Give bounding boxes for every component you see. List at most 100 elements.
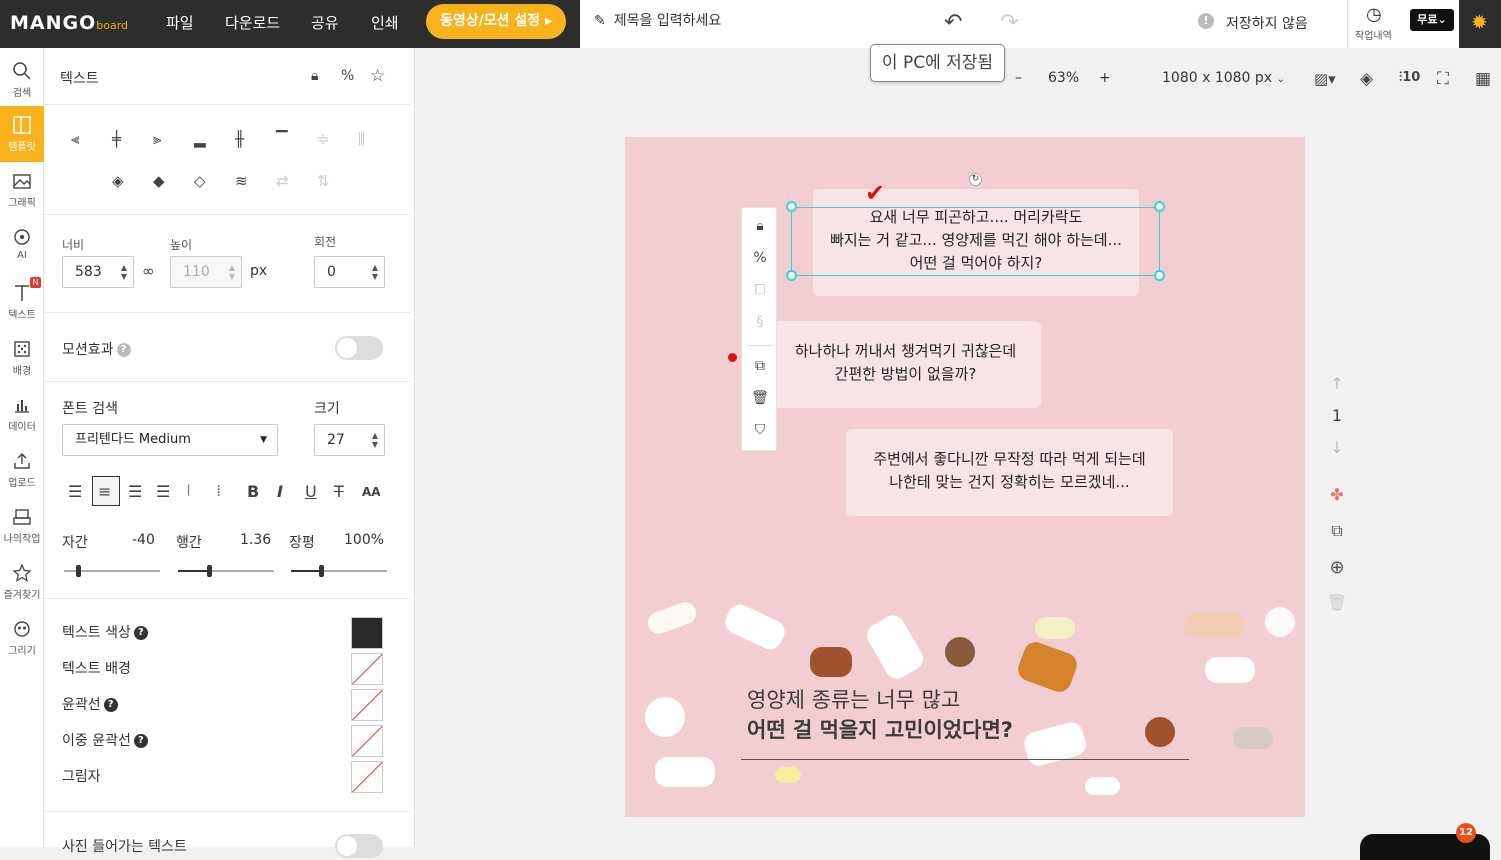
lock-icon[interactable]: 🔒︎ [311, 68, 318, 84]
resize-handle[interactable] [786, 270, 797, 281]
distribute-v-icon[interactable]: ≑ [317, 130, 330, 148]
sidebar-item-draw[interactable]: 그리기 [0, 610, 44, 666]
crop-icon[interactable]: ⛶ [1437, 69, 1449, 89]
zoom-in-button[interactable]: + [1099, 70, 1111, 86]
double-outline-swatch[interactable] [351, 725, 383, 757]
sidebar-item-my-work[interactable]: 나의작업 [0, 498, 44, 554]
send-backward-icon[interactable]: ◇ [194, 172, 206, 190]
text-color-swatch[interactable] [351, 617, 383, 649]
transparency-icon[interactable]: % [341, 68, 354, 84]
help-icon[interactable]: ? [116, 343, 131, 357]
layers-icon[interactable]: ◈ [1360, 69, 1373, 89]
zoom-level[interactable]: 63% [1048, 70, 1079, 86]
plan-dropdown[interactable]: 무료⌄ [1410, 9, 1454, 31]
sidebar-item-search[interactable]: 검색 [0, 52, 44, 108]
zoom-out-button[interactable]: – [1015, 70, 1022, 86]
align-left-icon[interactable]: ⫷ [71, 130, 79, 148]
letter-spacing-slider[interactable] [64, 565, 160, 577]
favorite-star-icon[interactable]: ☆ [370, 66, 385, 86]
sidebar-item-data[interactable]: 데이터 [0, 386, 44, 442]
speech-bubble-2[interactable]: 하나하나 꺼내서 챙겨먹기 귀찮은데 간편한 방법이 없을까? [770, 321, 1041, 408]
motion-toggle[interactable] [335, 336, 383, 360]
vertical-text-alt-icon[interactable]: ⦙ [217, 482, 220, 500]
ruler-icon[interactable]: ⫶10 [1399, 70, 1420, 85]
italic-icon[interactable]: I [277, 482, 283, 501]
sidebar-item-favorites[interactable]: 즐겨찾기 [0, 554, 44, 610]
shadow-swatch[interactable] [351, 761, 383, 793]
sidebar-item-upload[interactable]: 업로드 [0, 442, 44, 498]
menu-share[interactable]: 공유 [311, 12, 339, 33]
bring-forward-icon[interactable]: ◈ [112, 172, 124, 190]
canvas-size-select[interactable]: 1080 x 1080 px ⌄ [1162, 70, 1285, 86]
text-align-left-icon[interactable]: ☰ [68, 482, 82, 501]
settings-button[interactable]: ✹ [1459, 0, 1501, 48]
align-center-h-icon[interactable]: ╪ [112, 130, 121, 148]
copy-icon[interactable]: ⧉ [751, 358, 769, 376]
transparency-icon[interactable]: % [751, 250, 769, 268]
help-icon[interactable]: ? [133, 626, 148, 640]
uppercase-icon[interactable]: AA [362, 485, 381, 499]
align-right-icon[interactable]: ⫸ [153, 130, 161, 148]
text-align-right-icon[interactable]: ☰ [128, 482, 142, 501]
resize-handle[interactable] [786, 201, 797, 212]
rotate-input[interactable]: 0 ▲ ▼ [314, 256, 385, 288]
sidebar-item-background[interactable]: 배경 [0, 330, 44, 386]
font-select[interactable]: 프리텐다드 Medium ▼ [62, 424, 278, 456]
send-to-back-icon[interactable]: ≋ [235, 172, 248, 190]
menu-file[interactable]: 파일 [166, 12, 194, 33]
text-align-justify-icon[interactable]: ☰ [156, 482, 170, 501]
flip-horizontal-icon[interactable]: ⇄ [276, 172, 289, 190]
history-panel[interactable]: ◷ 작업내역 무료⌄ [1347, 0, 1459, 48]
resize-handle[interactable] [1154, 201, 1165, 212]
notification-badge[interactable]: 12 [1456, 823, 1476, 843]
text-background-swatch[interactable] [351, 653, 383, 685]
color-picker-icon[interactable]: ✤ [1326, 485, 1348, 507]
align-top-icon[interactable]: ▔ [276, 130, 288, 148]
width-ratio-slider[interactable] [291, 565, 387, 577]
format-paint-icon[interactable]: ⛉ [751, 422, 769, 440]
duplicate-page-icon[interactable]: ⧉ [1326, 521, 1348, 543]
sidebar-item-text[interactable]: 텍스트 N [0, 274, 44, 330]
slider-knob[interactable] [207, 565, 212, 577]
vertical-text-icon[interactable]: ⦚ [187, 482, 190, 500]
headline[interactable]: 영양제 종류는 너무 많고 어떤 걸 먹을지 고민이었다면? [747, 685, 1013, 745]
add-page-icon[interactable]: ⊕ [1326, 557, 1348, 579]
motion-settings-button[interactable]: 동영상/모션 설정 ▸ [426, 4, 566, 39]
title-field[interactable]: ✎ 제목을 입력하세요 [594, 10, 721, 32]
distribute-h-icon[interactable]: ⫼ [358, 130, 365, 148]
bring-to-front-icon[interactable]: ◆ [153, 172, 165, 190]
sidebar-item-graphic[interactable]: 그래픽 [0, 162, 44, 218]
slider-knob[interactable] [76, 565, 81, 577]
strikethrough-icon[interactable]: T [334, 482, 344, 501]
font-size-input[interactable]: 27 ▲ ▼ [314, 424, 385, 456]
sidebar-item-template[interactable]: 템플릿 [0, 106, 44, 162]
link-ratio-icon[interactable]: ∞ [142, 262, 155, 280]
speech-bubble-3[interactable]: 주변에서 좋다니깐 무작정 따라 먹게 되는데 나한테 맞는 건지 정확히는 모… [846, 429, 1173, 516]
rotate-handle[interactable]: ↻ [969, 173, 982, 186]
redo-icon[interactable]: ↷ [1000, 10, 1018, 35]
link-icon[interactable]: § [751, 314, 769, 332]
width-input[interactable]: 583 ▲ ▼ [62, 256, 134, 288]
help-icon[interactable]: ? [133, 734, 148, 748]
delete-page-icon[interactable]: 🗑︎ [1326, 593, 1348, 615]
selection-box[interactable] [791, 207, 1160, 276]
grid-icon[interactable]: ▦ [1475, 69, 1491, 89]
help-icon[interactable]: ? [103, 698, 118, 712]
mangoboard-logo[interactable]: MANGOboard [10, 12, 128, 34]
undo-icon[interactable]: ↶ [944, 10, 962, 35]
height-input[interactable]: 110 ▲ ▼ [170, 256, 242, 288]
align-center-v-icon[interactable]: ╫ [235, 130, 244, 148]
photo-text-toggle[interactable] [335, 834, 383, 858]
page-down-icon[interactable]: ↓ [1326, 438, 1348, 460]
menu-download[interactable]: 다운로드 [225, 12, 280, 33]
text-align-center-button[interactable]: ≡ [92, 476, 120, 506]
menu-print[interactable]: 인쇄 [371, 12, 399, 33]
bold-icon[interactable]: B [247, 482, 259, 501]
line-height-slider[interactable] [178, 565, 274, 577]
lock-icon[interactable]: 🔒︎ [751, 218, 769, 236]
page-up-icon[interactable]: ↑ [1326, 374, 1348, 396]
layout-icon[interactable]: ▨▾ [1314, 70, 1336, 88]
delete-icon[interactable]: 🗑︎ [751, 390, 769, 408]
sidebar-item-ai[interactable]: AI [0, 218, 44, 274]
group-icon[interactable]: ⧠ [751, 282, 769, 300]
